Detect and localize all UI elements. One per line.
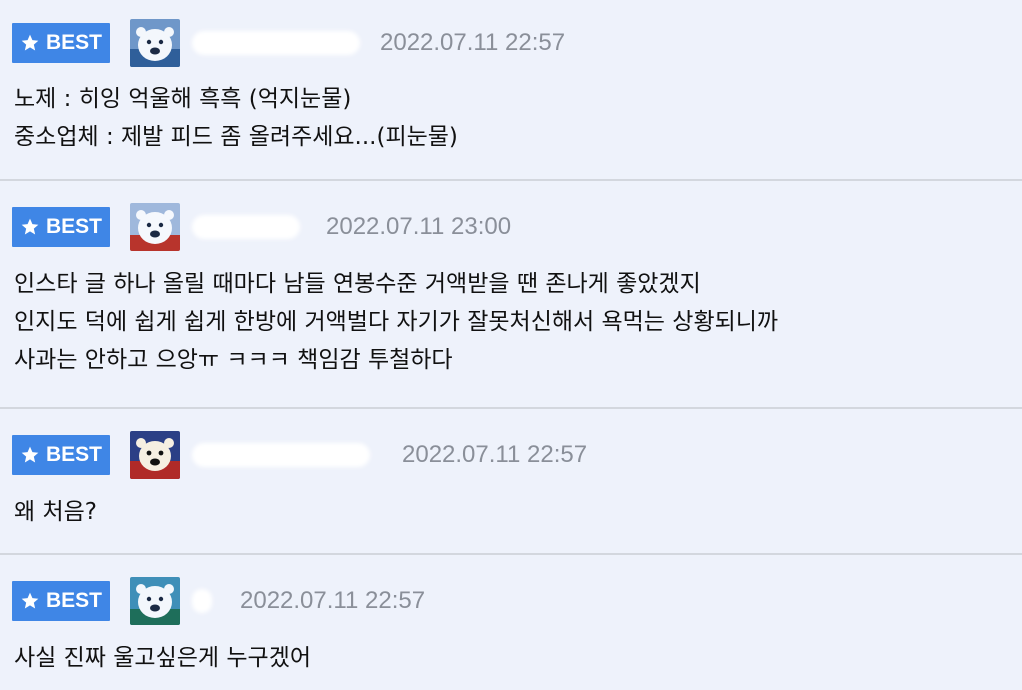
comment-line: 인지도 덕에 쉽게 쉽게 한방에 거액벌다 자기가 잘못처신해서 욕먹는 상황되… (14, 309, 779, 335)
comment-body: 사실 진짜 울고싶은게 누구겠어 (14, 639, 311, 677)
comment-body: 왜 처음? (14, 493, 97, 531)
comment-date: 2022.07.11 22:57 (402, 441, 587, 469)
polar-bear-avatar-icon (130, 203, 180, 251)
polar-bear-avatar-icon (130, 431, 180, 479)
comment-header: BEST 2022.07.11 22:57 (12, 431, 587, 479)
comment-line: 인스타 글 하나 올릴 때마다 남들 연봉수준 거액받을 땐 존나게 좋았겠지 (14, 271, 701, 297)
comment-date-day: 2022.07.11 (326, 213, 445, 240)
star-icon (21, 218, 39, 235)
best-badge-label: BEST (45, 31, 102, 54)
comment-date-day: 2022.07.11 (402, 441, 521, 468)
comment-line: 중소업체 : 제발 피드 좀 올려주세요...(피눈물) (14, 124, 458, 150)
best-badge-label: BEST (45, 589, 102, 612)
comment-header: BEST 2022.07.11 22:57 (12, 577, 425, 625)
user-avatar[interactable] (130, 203, 180, 251)
comment-date: 2022.07.11 22:57 (240, 587, 425, 615)
star-icon (21, 34, 39, 51)
best-badge: BEST (12, 207, 110, 247)
comment-header: BEST 2022.07.11 22:57 (12, 19, 565, 67)
nickname-redacted (192, 215, 300, 239)
user-avatar[interactable] (130, 19, 180, 67)
nickname-redacted (192, 443, 370, 467)
user-avatar[interactable] (130, 431, 180, 479)
best-badge: BEST (12, 23, 110, 63)
best-badge: BEST (12, 581, 110, 621)
nickname-redacted (192, 589, 212, 613)
comment-body: 노제 : 히잉 억울해 흑흑 (억지눈물) 중소업체 : 제발 피드 좀 올려주… (14, 80, 458, 156)
polar-bear-avatar-icon (130, 577, 180, 625)
best-badge-label: BEST (45, 215, 102, 238)
comment-item: BEST 2022.07.11 22:57 (0, 409, 1022, 555)
comment-line: 사과는 안하고 으앙ㅠ ㅋㅋㅋ 책임감 투철하다 (14, 347, 453, 373)
comment-date-day: 2022.07.11 (380, 29, 499, 56)
star-icon (21, 446, 39, 463)
star-icon (21, 592, 39, 609)
comment-date-day: 2022.07.11 (240, 587, 359, 614)
comment-date-time: 22:57 (365, 587, 426, 614)
best-badge: BEST (12, 435, 110, 475)
comment-item: BEST 2022.07.11 22:57 (0, 555, 1022, 690)
polar-bear-avatar-icon (130, 19, 180, 67)
best-badge-label: BEST (45, 443, 102, 466)
comment-date-time: 23:00 (451, 213, 512, 240)
comment-line: 노제 : 히잉 억울해 흑흑 (억지눈물) (14, 86, 352, 112)
nickname-redacted (192, 31, 360, 55)
comment-line: 사실 진짜 울고싶은게 누구겠어 (14, 645, 312, 671)
comment-header: BEST 2022.07.11 23:00 (12, 203, 511, 251)
user-avatar[interactable] (130, 577, 180, 625)
comment-item: BEST 2022.07.11 23:00 인스타 글 하나 올릴 때마다 남들… (0, 181, 1022, 409)
comment-date: 2022.07.11 23:00 (326, 213, 511, 241)
comment-list: BEST 2022.07.11 22:57 노제: 히잉 억울해 흑흑 (억지… (0, 0, 1022, 690)
comment-date-time: 22:57 (505, 29, 566, 56)
comment-date: 2022.07.11 22:57 (380, 29, 565, 57)
comment-item: BEST 2022.07.11 22:57 (0, 0, 1022, 181)
comment-date-time: 22:57 (527, 441, 588, 468)
comment-line: 왜 처음? (14, 499, 97, 525)
comment-body: 인스타 글 하나 올릴 때마다 남들 연봉수준 거액받을 땐 존나게 좋았겠지 … (14, 265, 778, 379)
